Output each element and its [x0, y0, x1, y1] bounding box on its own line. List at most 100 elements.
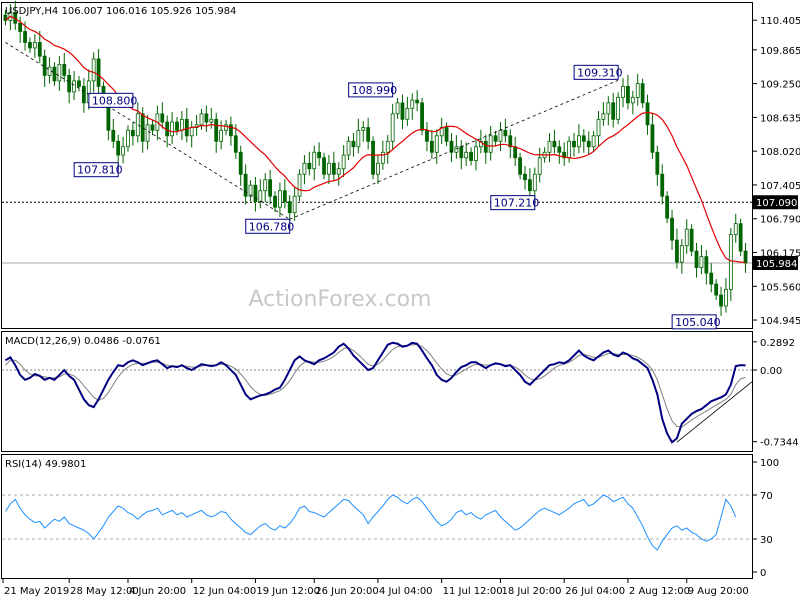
candle-body: [547, 140, 552, 153]
candle-body: [130, 129, 135, 137]
candle-body: [567, 140, 572, 159]
candle-body: [429, 140, 434, 153]
candle-body: [37, 42, 42, 57]
price-annotation-label: 108.990: [352, 84, 398, 97]
candle-body: [52, 66, 57, 82]
candle-body: [23, 31, 27, 43]
candle-body: [719, 294, 723, 307]
candle-body: [292, 195, 297, 214]
candle-body: [307, 162, 312, 170]
candle-body: [425, 129, 429, 142]
candle-body: [116, 140, 121, 156]
candle-body: [650, 124, 655, 153]
candle-body: [184, 118, 189, 137]
candle-body: [263, 179, 268, 192]
candle-body: [72, 80, 76, 93]
rsi-tick-label: 100: [760, 458, 779, 469]
x-tick-label: 26 Jun 20:00: [315, 586, 379, 597]
candle-body: [145, 124, 150, 142]
candle-body: [189, 127, 194, 137]
candle-body: [229, 124, 233, 137]
candle-body: [297, 173, 302, 197]
candle-body: [32, 42, 37, 49]
candle-body: [616, 96, 621, 120]
candle-body: [660, 173, 665, 197]
price-annotation-label: 107.810: [77, 164, 123, 177]
candle-body: [709, 272, 714, 285]
candle-body: [341, 154, 346, 170]
price-annotation-label: 105.040: [675, 316, 721, 329]
candle-body: [527, 179, 532, 192]
candle-body: [513, 146, 518, 159]
x-tick-label: 18 Jul 20:00: [501, 586, 561, 597]
candle-body: [179, 118, 184, 131]
candle-body: [170, 121, 174, 137]
candle-body: [415, 99, 420, 104]
candle-body: [199, 113, 204, 126]
candle-body: [420, 102, 424, 131]
candle-body: [204, 113, 209, 123]
candle-body: [591, 135, 596, 148]
candle-body: [601, 113, 606, 120]
candle-body: [621, 85, 625, 98]
candle-body: [126, 129, 130, 148]
candle-body: [586, 140, 591, 148]
macd-tick-label: 0.2892: [760, 338, 795, 349]
candle-body: [670, 217, 674, 241]
candle-body: [282, 190, 287, 203]
candle-body: [488, 135, 493, 153]
x-tick-label: 4 Jul 04:00: [379, 586, 433, 597]
candle-body: [635, 83, 640, 98]
candle-body: [395, 102, 400, 115]
candle-body: [743, 250, 748, 264]
candle-body: [371, 140, 375, 175]
candle-body: [405, 107, 410, 120]
price-tick-label: 106.790: [760, 215, 800, 226]
candle-body: [454, 146, 459, 153]
candle-body: [444, 127, 449, 142]
candle-body: [302, 162, 307, 175]
candle-body: [327, 162, 331, 175]
candle-body: [366, 127, 371, 142]
price-level-tag: 107.090: [756, 198, 797, 209]
candle-body: [150, 124, 155, 131]
x-tick-label: 9 Aug 20:00: [688, 586, 749, 597]
candle-body: [577, 135, 581, 148]
candle-body: [699, 256, 704, 268]
candle-body: [694, 250, 699, 268]
x-tick-label: 11 Jul 12:00: [443, 586, 503, 597]
candle-body: [606, 102, 611, 115]
candle-body: [640, 83, 645, 104]
macd-label: MACD(12,26,9) 0.0486 -0.0761: [5, 336, 161, 347]
x-tick-label: 19 Jun 12:00: [256, 586, 320, 597]
candle-body: [675, 239, 679, 263]
candle-body: [684, 228, 689, 247]
candle-body: [336, 168, 341, 175]
candle-body: [493, 135, 498, 142]
price-tick-label: 104.945: [760, 316, 800, 327]
candle-body: [18, 22, 23, 32]
macd-tick-label: -0.7344: [760, 438, 799, 449]
price-tick-label: 109.865: [760, 46, 800, 57]
candle-body: [400, 102, 405, 120]
candle-body: [483, 140, 488, 153]
candle-body: [258, 190, 263, 203]
candle-body: [679, 245, 684, 263]
candle-body: [81, 85, 86, 104]
candle-body: [459, 146, 464, 159]
price-tick-label: 108.635: [760, 113, 800, 124]
candle-body: [410, 99, 415, 109]
chart-svg: ActionForex.com 110.405 109.865 109.250 108…: [0, 0, 800, 600]
candle-body: [214, 118, 219, 142]
candle-body: [724, 289, 728, 307]
candle-body: [572, 140, 576, 148]
candle-body: [728, 234, 733, 290]
price-annotation-label: 108.800: [92, 94, 137, 107]
candle-body: [111, 129, 116, 142]
candle-body: [464, 151, 469, 159]
candle-body: [253, 184, 258, 203]
candle-body: [209, 118, 214, 123]
x-tick-label: 21 May 2019: [4, 586, 69, 597]
candle-body: [537, 157, 542, 175]
x-tick-label: 4 Jun 20:00: [129, 586, 186, 597]
